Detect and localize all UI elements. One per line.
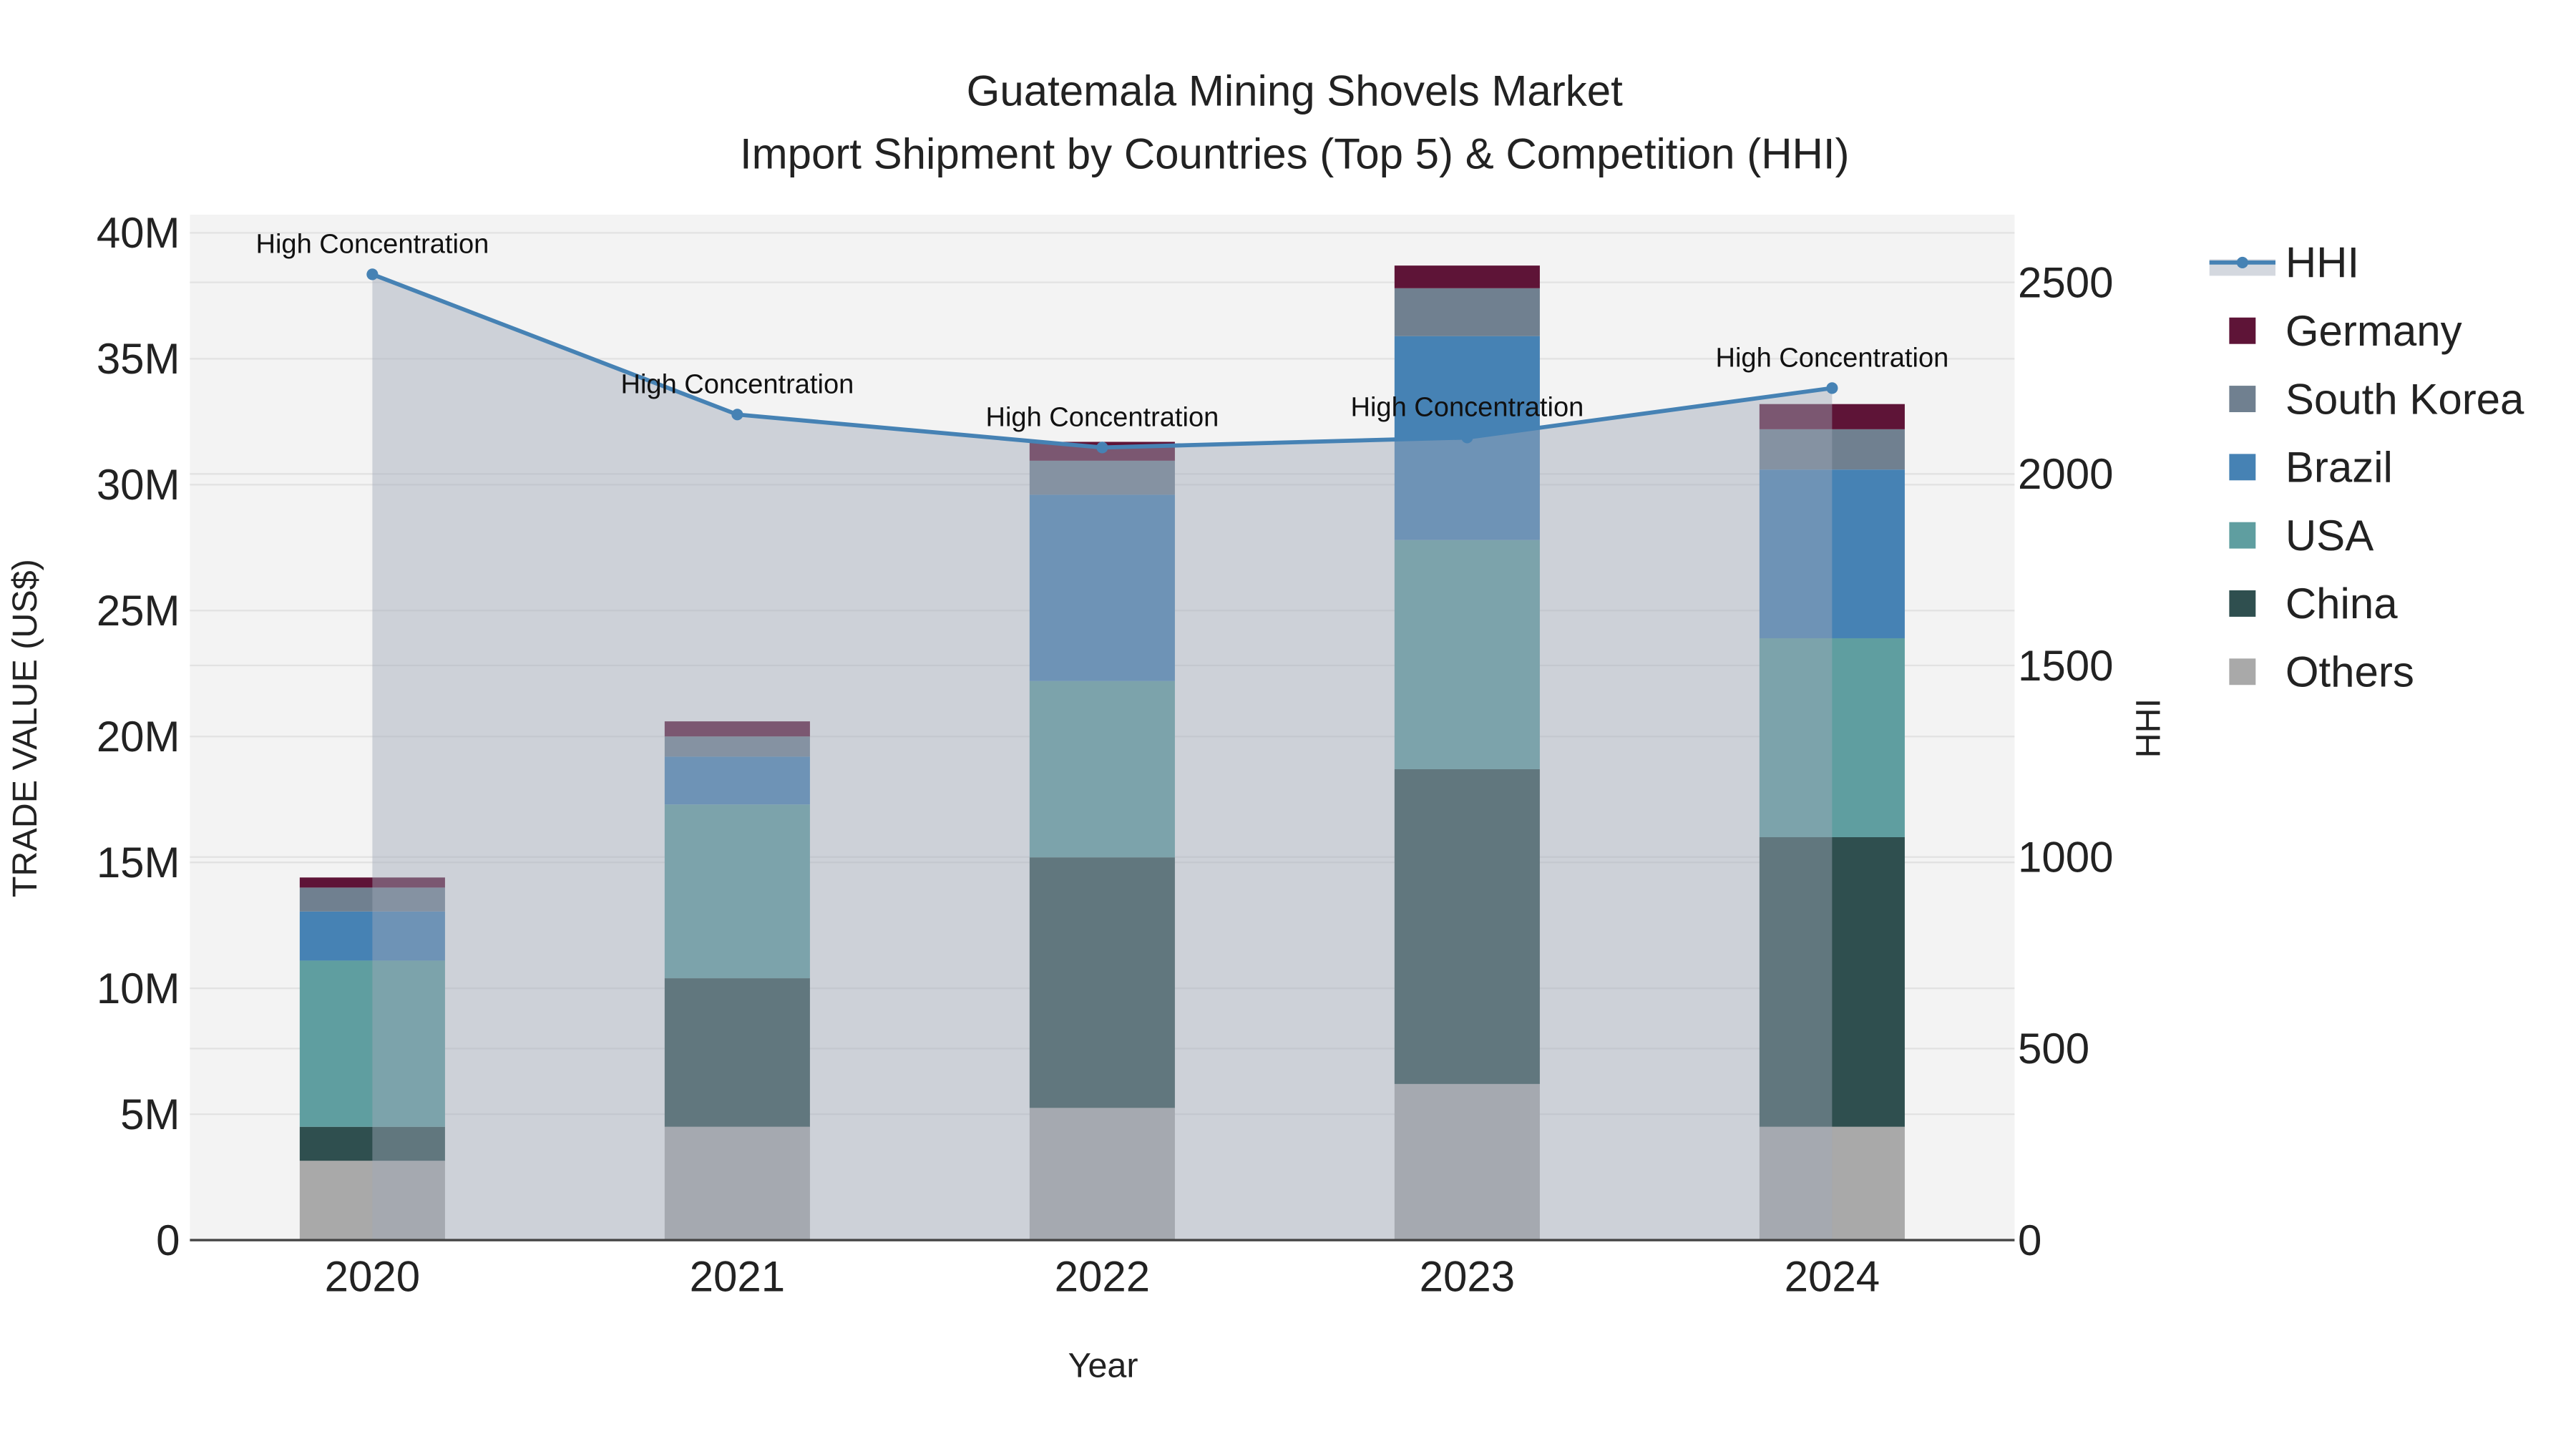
y-tick-label: 30M: [97, 461, 180, 509]
legend-swatch-brazil: [2229, 454, 2256, 481]
legend-swatch-others: [2229, 658, 2256, 686]
y-tick-label: 15M: [97, 839, 180, 887]
hhi-point-2024: [1826, 382, 1838, 394]
legend-swatch-germany: [2229, 317, 2256, 344]
hhi-point-2023: [1461, 431, 1473, 444]
legend-label-hhi: HHI: [2285, 239, 2359, 287]
legend-hhi-marker: [2236, 256, 2248, 268]
y2-tick-label: 1000: [2018, 833, 2113, 881]
hhi-annotation: High Concentration: [1350, 392, 1584, 422]
y2-axis-label: HHI: [2129, 698, 2167, 758]
legend-label-south-korea: South Korea: [2285, 375, 2524, 423]
hhi-annotation: High Concentration: [985, 402, 1219, 432]
y-tick-label: 40M: [97, 209, 180, 257]
x-axis-label: Year: [1068, 1347, 1138, 1385]
chart-title-line2: Import Shipment by Countries (Top 5) & C…: [740, 130, 1850, 177]
x-tick-label: 2024: [1785, 1253, 1880, 1301]
x-tick-label: 2021: [690, 1253, 785, 1301]
y2-tick-label: 2000: [2018, 450, 2113, 498]
x-tick-label: 2022: [1055, 1253, 1150, 1301]
hhi-annotation: High Concentration: [255, 229, 489, 259]
y2-tick-label: 2500: [2018, 258, 2113, 306]
x-tick-label: 2023: [1420, 1253, 1515, 1301]
hhi-annotation: High Concentration: [1715, 343, 1948, 373]
legend-swatch-south-korea: [2229, 386, 2256, 412]
y-axis-label: TRADE VALUE (US$): [6, 559, 44, 897]
legend-swatch-usa: [2229, 522, 2256, 549]
hhi-point-2020: [366, 268, 379, 280]
legend-label-germany: Germany: [2285, 307, 2462, 355]
x-tick-label: 2020: [325, 1253, 420, 1301]
legend-swatch-china: [2229, 590, 2256, 617]
y2-tick-label: 500: [2018, 1025, 2089, 1073]
legend-label-brazil: Brazil: [2285, 444, 2393, 492]
y-tick-label: 5M: [120, 1091, 180, 1138]
bar-germany-2023: [1394, 265, 1540, 288]
chart: Guatemala Mining Shovels Market Import S…: [0, 0, 2576, 1449]
y-tick-label: 35M: [97, 335, 180, 383]
y2-tick-label: 1500: [2018, 642, 2113, 690]
legend-label-china: China: [2285, 580, 2398, 628]
chart-title-line1: Guatemala Mining Shovels Market: [967, 67, 1623, 115]
hhi-point-2022: [1096, 441, 1108, 454]
y-tick-label: 10M: [97, 965, 180, 1013]
hhi-annotation: High Concentration: [620, 369, 854, 399]
y-tick-label: 0: [156, 1216, 180, 1264]
hhi-point-2021: [731, 409, 743, 421]
bar-south-korea-2023: [1394, 288, 1540, 336]
y2-tick-label: 0: [2018, 1216, 2041, 1264]
y-tick-label: 25M: [97, 587, 180, 635]
y-tick-label: 20M: [97, 713, 180, 761]
legend-label-usa: USA: [2285, 512, 2373, 560]
legend-label-others: Others: [2285, 648, 2414, 696]
